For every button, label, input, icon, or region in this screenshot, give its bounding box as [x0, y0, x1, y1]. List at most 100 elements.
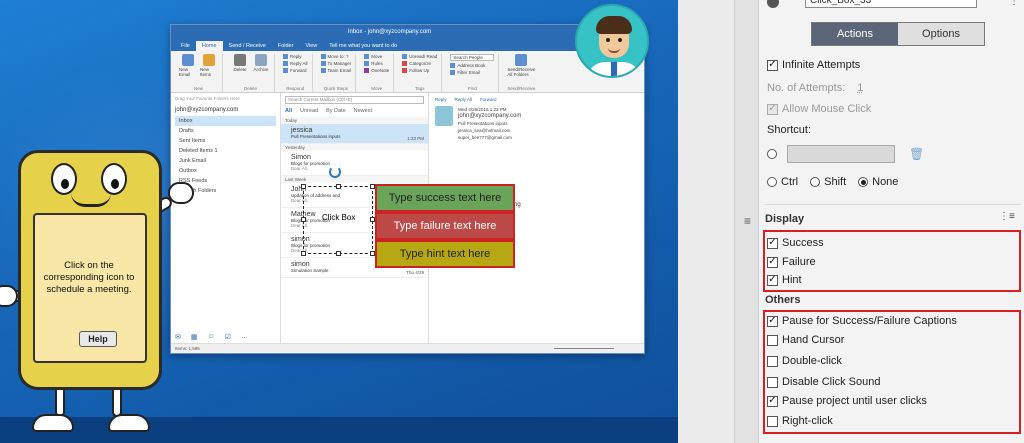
- disable-sound-checkbox[interactable]: [767, 376, 778, 388]
- reading-reply-all[interactable]: Reply All: [455, 97, 473, 102]
- move-button[interactable]: Move: [364, 54, 389, 59]
- hand-cursor-checkbox[interactable]: [767, 334, 778, 346]
- folder-sent[interactable]: Sent Items: [175, 136, 276, 146]
- trash-icon[interactable]: 🗑: [909, 147, 924, 161]
- shortcut-label: Shortcut:: [767, 124, 812, 136]
- shift-radio[interactable]: [810, 177, 821, 187]
- search-people-input[interactable]: Search People: [450, 54, 495, 61]
- success-checkbox[interactable]: ✓: [767, 237, 778, 249]
- others-disable-sound-row[interactable]: Disable Click Sound: [767, 376, 880, 388]
- success-caption[interactable]: Type success text here: [375, 184, 515, 212]
- unread-read-button[interactable]: Unread/ Read: [402, 54, 437, 59]
- folder-pane: Drag Your Favorite Folders Here john@xyz…: [171, 93, 281, 343]
- tasks-icon[interactable]: ☑: [225, 333, 231, 341]
- new-email-button[interactable]: New Email: [179, 54, 197, 84]
- menu-send-receive[interactable]: Send / Receive: [223, 41, 272, 51]
- calendar-icon[interactable]: ▦: [191, 333, 198, 341]
- click-box[interactable]: Click Box: [301, 184, 375, 256]
- message-date: Thu 4/29: [406, 270, 424, 275]
- ribbon-group-delete: Delete Archive Delete: [227, 54, 275, 92]
- reply-all-button[interactable]: Reply All: [283, 61, 308, 66]
- rules-button[interactable]: Rules: [364, 61, 389, 66]
- account-name[interactable]: john@xyzcompany.com: [175, 107, 276, 113]
- list-item[interactable]: jessica Pull Presentations inputs 1:23 P…: [281, 124, 428, 144]
- others-hand-cursor-row[interactable]: Hand Cursor: [767, 334, 844, 346]
- quick-step-move-to[interactable]: Move to: ?: [320, 54, 352, 59]
- tab-all[interactable]: All: [285, 108, 292, 114]
- resize-handle[interactable]: [336, 251, 341, 256]
- pause-project-checkbox[interactable]: ✓: [767, 395, 778, 407]
- more-icon[interactable]: …: [241, 333, 248, 341]
- delete-button[interactable]: Delete: [231, 54, 249, 84]
- people-icon[interactable]: ☺: [208, 333, 215, 341]
- new-items-button[interactable]: New Items: [200, 54, 218, 84]
- sort-order[interactable]: Newest: [354, 108, 372, 114]
- collapse-icon[interactable]: ≡: [744, 214, 751, 228]
- pause-captions-checkbox[interactable]: ✓: [767, 315, 778, 327]
- send-receive-button[interactable]: Send/Receive All Folders: [507, 54, 535, 84]
- reading-reply[interactable]: Reply: [435, 97, 447, 102]
- section-menu-icon[interactable]: ⋮≡: [999, 211, 1015, 222]
- tab-actions[interactable]: Actions: [812, 23, 898, 45]
- display-success-row[interactable]: ✓ Success: [767, 237, 824, 249]
- tab-unread[interactable]: Unread: [300, 108, 318, 114]
- folder-outbox[interactable]: Outbox: [175, 166, 276, 176]
- failure-checkbox[interactable]: ✓: [767, 256, 778, 268]
- forward-button[interactable]: Forward: [283, 68, 308, 73]
- folder-deleted[interactable]: Deleted Items 1: [175, 146, 276, 156]
- resize-handle[interactable]: [301, 184, 306, 189]
- failure-caption[interactable]: Type failure text here: [375, 212, 515, 240]
- infinite-attempts-checkbox[interactable]: ✓: [767, 59, 778, 71]
- address-book-button[interactable]: Address Book: [450, 63, 494, 68]
- quick-step-team-email[interactable]: Team Email: [320, 68, 352, 73]
- hint-caption[interactable]: Type hint text here: [375, 240, 515, 268]
- tab-options[interactable]: Options: [898, 23, 984, 45]
- menu-folder[interactable]: Folder: [272, 41, 300, 51]
- resize-handle[interactable]: [301, 217, 306, 222]
- menu-home[interactable]: Home: [195, 41, 223, 51]
- none-radio[interactable]: [858, 177, 869, 187]
- attempts-value[interactable]: 1: [857, 82, 863, 94]
- follow-up-button[interactable]: Follow Up: [402, 68, 437, 73]
- reading-forward[interactable]: Forward: [480, 97, 497, 102]
- tell-me-box[interactable]: Tell me what you want to do: [323, 41, 403, 51]
- zoom-slider[interactable]: [554, 348, 614, 349]
- others-double-click-row[interactable]: Double-click: [767, 355, 842, 367]
- reply-button[interactable]: Reply: [283, 54, 308, 59]
- menu-view[interactable]: View: [299, 41, 323, 51]
- right-click-checkbox[interactable]: [767, 415, 778, 427]
- quick-step-to-manager[interactable]: To Manager: [320, 61, 351, 66]
- folder-junk[interactable]: Junk Email: [175, 156, 276, 166]
- sender-avatar: [435, 106, 453, 126]
- folder-drafts[interactable]: Drafts: [175, 126, 276, 136]
- shortcut-radio[interactable]: [767, 149, 777, 159]
- menu-file[interactable]: File: [175, 41, 196, 51]
- filter-email-button[interactable]: Filter Email: [450, 70, 494, 75]
- sort-by[interactable]: By Date: [326, 108, 346, 114]
- right-click-label: Right-click: [782, 415, 833, 427]
- others-pause-captions-row[interactable]: ✓ Pause for Success/Failure Captions: [767, 315, 957, 327]
- list-item[interactable]: Simon Blogs for promotion Dear All,: [281, 151, 428, 176]
- panel-splitter[interactable]: ≡: [735, 0, 759, 443]
- object-name-input[interactable]: Click_Box_33: [805, 0, 977, 8]
- display-hint-row[interactable]: ✓ Hint: [767, 274, 802, 286]
- onenote-button[interactable]: OneNote: [364, 68, 389, 73]
- mailbox-search-input[interactable]: Search Current Mailbox (Ctrl+E): [285, 96, 424, 104]
- mail-icon[interactable]: ✉: [175, 333, 181, 341]
- double-click-checkbox[interactable]: [767, 355, 778, 367]
- archive-button[interactable]: Archive: [252, 54, 270, 84]
- others-right-click-row[interactable]: Right-click: [767, 415, 833, 427]
- ctrl-radio[interactable]: [767, 177, 777, 187]
- help-button[interactable]: Help: [79, 331, 117, 347]
- others-pause-project-row[interactable]: ✓ Pause project until user clicks: [767, 395, 927, 407]
- panel-menu-icon[interactable]: ⋮: [1009, 0, 1019, 7]
- infinite-attempts-row[interactable]: ✓ Infinite Attempts: [767, 59, 860, 71]
- resize-handle[interactable]: [336, 184, 341, 189]
- categorize-button[interactable]: Categorize: [402, 61, 437, 66]
- avatar-tie: [611, 62, 617, 76]
- folder-inbox[interactable]: Inbox: [175, 116, 276, 126]
- hint-checkbox[interactable]: ✓: [767, 274, 778, 286]
- display-failure-row[interactable]: ✓ Failure: [767, 256, 816, 268]
- shortcut-input[interactable]: [787, 145, 895, 163]
- resize-handle[interactable]: [301, 251, 306, 256]
